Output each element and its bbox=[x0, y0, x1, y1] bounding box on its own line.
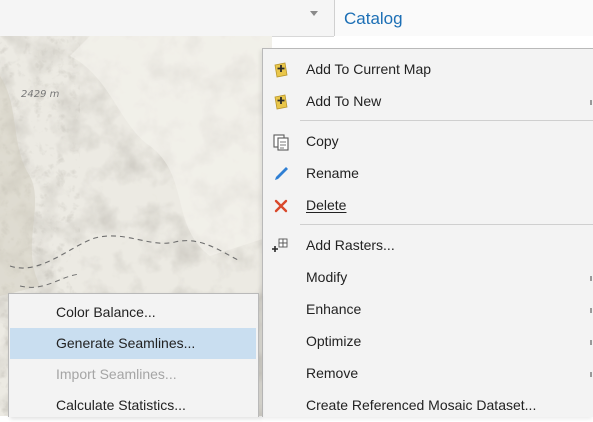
menu-item-label: Add Rasters... bbox=[306, 237, 395, 253]
menu-item-delete[interactable]: Delete bbox=[263, 190, 593, 222]
menu-item-label: Create Referenced Mosaic Dataset... bbox=[306, 397, 537, 413]
menu-item-add-rasters[interactable]: Add Rasters... bbox=[263, 230, 593, 262]
menu-item-remove[interactable]: Remove bbox=[263, 358, 593, 390]
dropdown-arrow-icon[interactable] bbox=[310, 11, 318, 16]
submenu-item-import-seamlines: Import Seamlines... bbox=[10, 359, 256, 390]
menu-item-label: Remove bbox=[306, 365, 359, 381]
menu-item-label: Delete bbox=[306, 197, 347, 213]
submenu-arrow-icon bbox=[590, 276, 592, 281]
submenu-item-generate-seamlines[interactable]: Generate Seamlines... bbox=[10, 328, 256, 359]
menu-item-rename[interactable]: Rename bbox=[263, 158, 593, 190]
menu-item-optimize[interactable]: Optimize bbox=[263, 326, 593, 358]
menu-item-label: Add To Current Map bbox=[306, 61, 432, 77]
menu-item-create-referenced-mosaic-dataset[interactable]: Create Referenced Mosaic Dataset... bbox=[263, 390, 593, 422]
menu-item-enhance[interactable]: Enhance bbox=[263, 294, 593, 326]
menu-item-add-to-current-map[interactable]: Add To Current Map bbox=[263, 54, 593, 86]
menu-separator bbox=[300, 120, 593, 121]
submenu-arrow-icon bbox=[590, 372, 592, 377]
catalog-pane-title: Catalog bbox=[344, 9, 403, 28]
add-rasters-icon bbox=[272, 238, 288, 252]
submenu-arrow-icon bbox=[590, 100, 592, 105]
menu-item-add-to-new[interactable]: Add To New bbox=[263, 86, 593, 118]
submenu-item-calculate-statistics[interactable]: Calculate Statistics... bbox=[10, 390, 256, 421]
menu-item-label: Optimize bbox=[306, 333, 362, 349]
menu-item-label: Enhance bbox=[306, 301, 362, 317]
enhance-submenu: Color Balance... Generate Seamlines... I… bbox=[8, 293, 259, 417]
top-bar: Catalog bbox=[0, 0, 593, 37]
submenu-arrow-icon bbox=[590, 308, 592, 313]
context-menu: Add To Current Map Add To New Copy Renam… bbox=[262, 48, 593, 417]
add-layer-icon bbox=[274, 62, 288, 78]
copy-icon bbox=[273, 134, 289, 151]
submenu-item-label: Generate Seamlines... bbox=[56, 335, 196, 351]
pencil-icon bbox=[275, 167, 288, 180]
add-layer-icon bbox=[274, 94, 288, 110]
menu-item-label: Modify bbox=[306, 269, 348, 285]
submenu-item-label: Color Balance... bbox=[56, 304, 156, 320]
submenu-item-label: Import Seamlines... bbox=[56, 366, 177, 382]
elevation-label: 2429 m bbox=[21, 89, 60, 100]
menu-item-label: Copy bbox=[306, 133, 339, 149]
submenu-item-label: Calculate Statistics... bbox=[56, 397, 186, 413]
menu-item-copy[interactable]: Copy bbox=[263, 126, 593, 158]
submenu-arrow-icon bbox=[590, 340, 592, 345]
delete-x-icon bbox=[274, 199, 288, 213]
map-view-header bbox=[0, 0, 334, 37]
submenu-item-color-balance[interactable]: Color Balance... bbox=[10, 297, 256, 328]
menu-item-modify[interactable]: Modify bbox=[263, 262, 593, 294]
menu-item-label: Rename bbox=[306, 165, 359, 181]
menu-separator bbox=[300, 224, 593, 225]
menu-item-label: Add To New bbox=[306, 93, 382, 109]
